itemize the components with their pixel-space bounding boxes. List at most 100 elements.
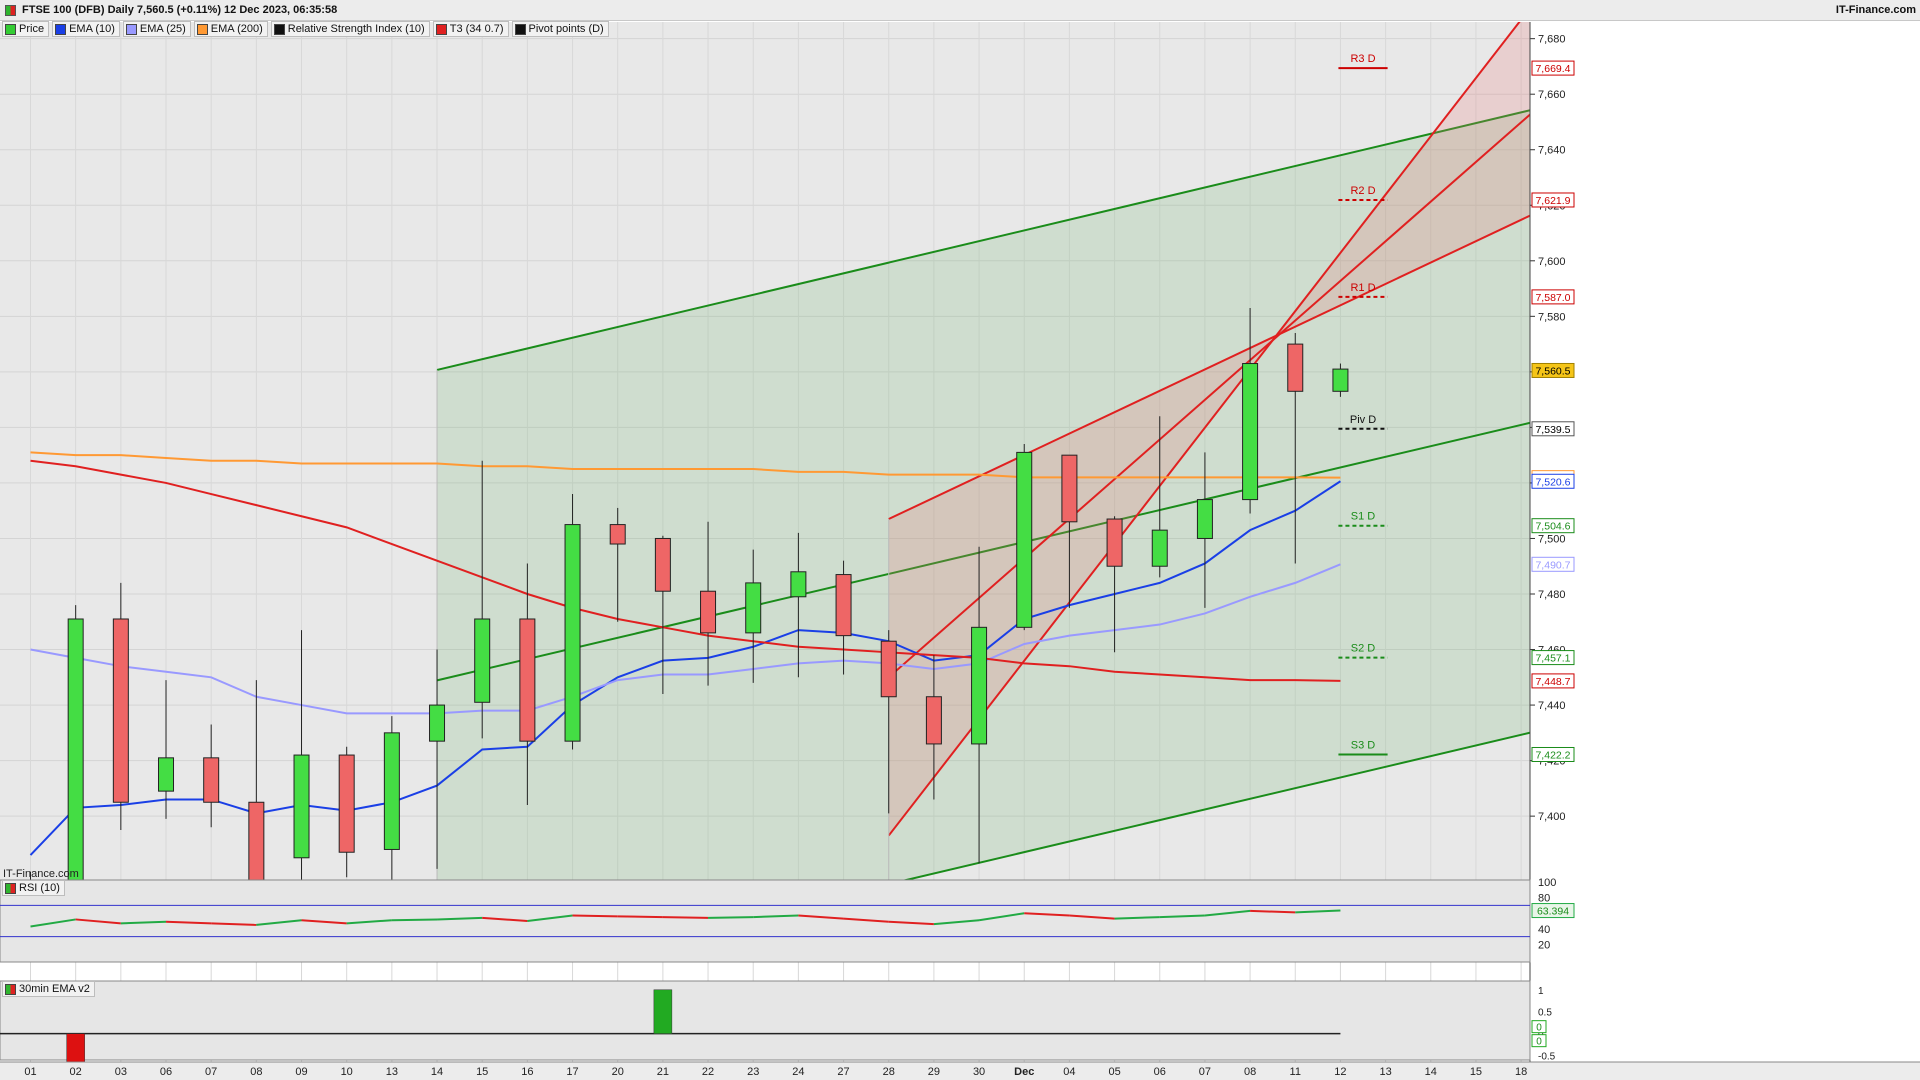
- candle-body-down: [880, 640, 897, 698]
- ema30-icon: [5, 983, 16, 995]
- legend-item[interactable]: Relative Strength Index (10): [270, 21, 430, 37]
- rsi-segment: [708, 916, 754, 919]
- ema30-value-label: 0: [1536, 1023, 1542, 1034]
- x-tick-label: 02: [70, 1066, 82, 1078]
- candle-body-down: [700, 590, 717, 634]
- legend-label: EMA (200): [210, 23, 263, 35]
- ema30-y-tick-label: -0.5: [1538, 1052, 1556, 1063]
- x-tick-label: Dec: [1014, 1066, 1034, 1078]
- price-tag: 7,520.6: [1531, 473, 1575, 489]
- pivot-label: R3 D: [1350, 53, 1375, 65]
- candle-body-up: [564, 524, 581, 742]
- x-tick-label: 23: [747, 1066, 759, 1078]
- price-tag-label: 7,669.4: [1535, 63, 1570, 75]
- candle-body-up: [1242, 363, 1259, 501]
- legend-item[interactable]: Pivot points (D): [511, 21, 609, 37]
- candle-body-up: [429, 704, 446, 742]
- ema30-y-tick-label: 1: [1538, 986, 1544, 997]
- legend-swatch-icon: [55, 23, 67, 35]
- x-tick-label: 09: [295, 1066, 307, 1078]
- x-tick-label: 04: [1063, 1066, 1075, 1078]
- legend-label: EMA (10): [69, 23, 115, 35]
- watermark: IT-Finance.com: [3, 868, 79, 880]
- y-tick-label: 7,500: [1538, 533, 1566, 545]
- pivot-label: R1 D: [1350, 282, 1375, 294]
- x-tick-label: 17: [566, 1066, 578, 1078]
- rsi-panel-bg: [0, 879, 1531, 963]
- rsi-y-tick-label: 40: [1538, 924, 1550, 936]
- x-tick-label: 20: [612, 1066, 624, 1078]
- price-tag-label: 7,457.1: [1535, 653, 1570, 665]
- pivot-label: S3 D: [1351, 739, 1376, 751]
- candle-body-up: [158, 757, 175, 792]
- legend-item[interactable]: T3 (34 0.7): [432, 21, 509, 37]
- candle-body-down: [338, 754, 355, 853]
- x-tick-label: 03: [115, 1066, 127, 1078]
- y-tick-label: 7,400: [1538, 811, 1566, 823]
- price-tag: 7,504.6: [1531, 518, 1575, 534]
- candle: [1016, 444, 1033, 631]
- legend-item[interactable]: EMA (10): [52, 21, 120, 37]
- y-tick-label: 7,580: [1538, 311, 1566, 323]
- x-tick-label: 15: [1470, 1066, 1482, 1078]
- x-tick-label: 07: [1199, 1066, 1211, 1078]
- x-tick-label: 12: [1334, 1066, 1346, 1078]
- legend-item[interactable]: EMA (200): [193, 21, 268, 37]
- x-tick-label: 18: [1515, 1066, 1527, 1078]
- x-tick-label: 13: [1379, 1066, 1391, 1078]
- price-tag: 7,457.1: [1531, 650, 1575, 666]
- right-axis-bg: [1530, 0, 1920, 1080]
- ema30-panel-bg: [0, 980, 1531, 1061]
- price-tag-label: 7,490.7: [1535, 559, 1570, 571]
- price-tag: 7,669.4: [1531, 60, 1575, 76]
- pivot-label: S1 D: [1351, 511, 1376, 523]
- price-tag: 7,560.5: [1531, 362, 1575, 378]
- legend-swatch-icon: [196, 23, 208, 35]
- pivot-label: R2 D: [1350, 185, 1375, 197]
- legend-item[interactable]: EMA (25): [122, 21, 191, 37]
- price-tag: 7,422.2: [1531, 746, 1575, 762]
- price-tag-label: 7,621.9: [1535, 195, 1570, 207]
- ema30-panel-label[interactable]: 30min EMA v2: [2, 981, 95, 997]
- chart-title: FTSE 100 (DFB) Daily 7,560.5 (+0.11%) 12…: [22, 4, 338, 16]
- indicator-legend: Price EMA (10) EMA (25) EMA (200) Relative S…: [2, 21, 609, 37]
- rsi-y-tick-label: 100: [1538, 877, 1556, 889]
- x-tick-label: 15: [476, 1066, 488, 1078]
- legend-label: Relative Strength Index (10): [287, 23, 425, 35]
- chart-canvas[interactable]: R3 DR2 DR1 DPiv DS1 DS2 DS3 D7,4007,4207…: [0, 0, 1920, 1080]
- price-tag-label: 7,504.6: [1535, 521, 1570, 533]
- candle-body-up: [67, 618, 84, 880]
- rsi-label-text: RSI (10): [19, 882, 60, 894]
- x-tick-label: 27: [837, 1066, 849, 1078]
- legend-item[interactable]: Price: [2, 21, 50, 37]
- legend-swatch-icon: [125, 23, 137, 35]
- candle-body-down: [248, 801, 265, 880]
- candle-body-up: [1016, 451, 1033, 628]
- price-tag-label: 7,539.5: [1535, 424, 1570, 436]
- rsi-segment: [617, 915, 663, 919]
- x-tick-label: 28: [883, 1066, 895, 1078]
- x-tick-label: 22: [702, 1066, 714, 1078]
- candle: [564, 494, 581, 750]
- x-tick-label: 08: [1244, 1066, 1256, 1078]
- y-tick-label: 7,600: [1538, 256, 1566, 268]
- candle-body-down: [1287, 343, 1304, 392]
- candle-body-up: [1332, 368, 1349, 392]
- brand-label: IT-Finance.com: [1835, 4, 1916, 16]
- candle-body-down: [1061, 454, 1078, 523]
- y-tick-label: 7,640: [1538, 145, 1566, 157]
- candle-body-up: [1196, 499, 1213, 539]
- x-tick-label: 14: [431, 1066, 443, 1078]
- x-tick-label: 06: [1154, 1066, 1166, 1078]
- y-tick-label: 7,440: [1538, 700, 1566, 712]
- x-axis-bg: [0, 1062, 1920, 1080]
- rsi-segment: [572, 914, 618, 918]
- legend-label: EMA (25): [139, 23, 186, 35]
- legend-label: T3 (34 0.7): [449, 23, 504, 35]
- candle-body-down: [609, 524, 626, 545]
- ema30-y-tick-label: 0.5: [1538, 1008, 1552, 1019]
- price-tag: 7,448.7: [1531, 673, 1575, 689]
- rsi-y-tick-label: 20: [1538, 939, 1550, 951]
- rsi-panel-label[interactable]: RSI (10): [2, 880, 65, 896]
- pivot-label: S2 D: [1351, 643, 1376, 655]
